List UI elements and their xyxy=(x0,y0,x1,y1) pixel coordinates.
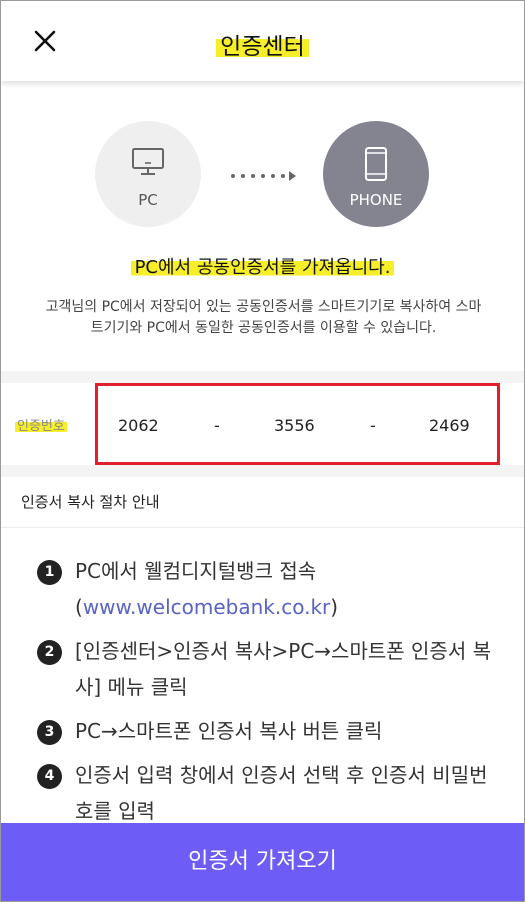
link-paren: ( xyxy=(75,595,83,619)
auth-code-part-2: 3556 xyxy=(274,416,315,435)
step-text: PC에서 웰컴디지털뱅크 접속 xyxy=(75,559,317,583)
header: 인증센터 xyxy=(1,1,524,81)
auth-code-part-3: 2469 xyxy=(429,416,470,435)
auth-code-separator: - xyxy=(370,416,376,435)
step-number-badge: 1 xyxy=(37,560,62,585)
smartphone-icon xyxy=(323,147,429,185)
auth-code-box: 2062 - 3556 - 2469 xyxy=(95,383,500,465)
dotted-arrow-icon xyxy=(229,166,299,186)
intro-description: 고객님의 PC에서 저장되어 있는 공동인증서를 스마트기기로 복사하여 스마트… xyxy=(45,299,482,336)
guide-step: 1 PC에서 웰컴디지털뱅크 접속 (www.welcomebank.co.kr… xyxy=(37,553,497,625)
phone-circle: PHONE xyxy=(323,121,429,227)
monitor-icon xyxy=(95,147,201,181)
step-text: [인증센터>인증서 복사>PC→스마트폰 인증서 복사] 메뉴 클릭 xyxy=(75,639,491,699)
auth-code-separator: - xyxy=(214,416,220,435)
link-paren: ) xyxy=(330,595,339,619)
auth-code-part-1: 2062 xyxy=(118,416,159,435)
divider xyxy=(1,527,524,528)
page-title: 인증센터 xyxy=(1,27,524,61)
auth-code-row: 인증번호 2062 - 3556 - 2469 xyxy=(1,383,524,465)
phone-label: PHONE xyxy=(349,191,403,209)
auth-code-label: 인증번호 xyxy=(15,419,67,434)
step-number-badge: 4 xyxy=(37,764,62,789)
screen: 인증센터 PC PHONE PC에서 공동인증서를 가져옵니다. 고객님의 PC… xyxy=(0,0,525,902)
guide-steps: 1 PC에서 웰컴디지털뱅크 접속 (www.welcomebank.co.kr… xyxy=(37,553,497,837)
guide-step: 2 [인증센터>인증서 복사>PC→스마트폰 인증서 복사] 메뉴 클릭 xyxy=(37,633,497,705)
section-divider xyxy=(1,465,524,477)
pc-label: PC xyxy=(138,191,158,209)
import-certificate-button[interactable]: 인증서 가져오기 xyxy=(1,823,524,901)
bank-website-link[interactable]: www.welcomebank.co.kr xyxy=(83,595,330,619)
step-text: 인증서 입력 창에서 인증서 선택 후 인증서 비밀번호를 입력 xyxy=(75,763,488,823)
guide-step: 4 인증서 입력 창에서 인증서 선택 후 인증서 비밀번호를 입력 xyxy=(37,757,497,829)
intro-headline: PC에서 공동인증서를 가져옵니다. xyxy=(1,253,524,279)
pc-circle: PC xyxy=(95,121,201,227)
device-transfer-illustration: PC PHONE xyxy=(1,121,524,231)
step-text: PC→스마트폰 인증서 복사 버튼 클릭 xyxy=(75,719,383,743)
guide-step: 3 PC→스마트폰 인증서 복사 버튼 클릭 xyxy=(37,713,497,749)
step-number-badge: 2 xyxy=(37,640,62,665)
guide-title: 인증서 복사 절차 안내 xyxy=(21,493,160,511)
step-number-badge: 3 xyxy=(37,720,62,745)
section-divider xyxy=(1,371,524,383)
